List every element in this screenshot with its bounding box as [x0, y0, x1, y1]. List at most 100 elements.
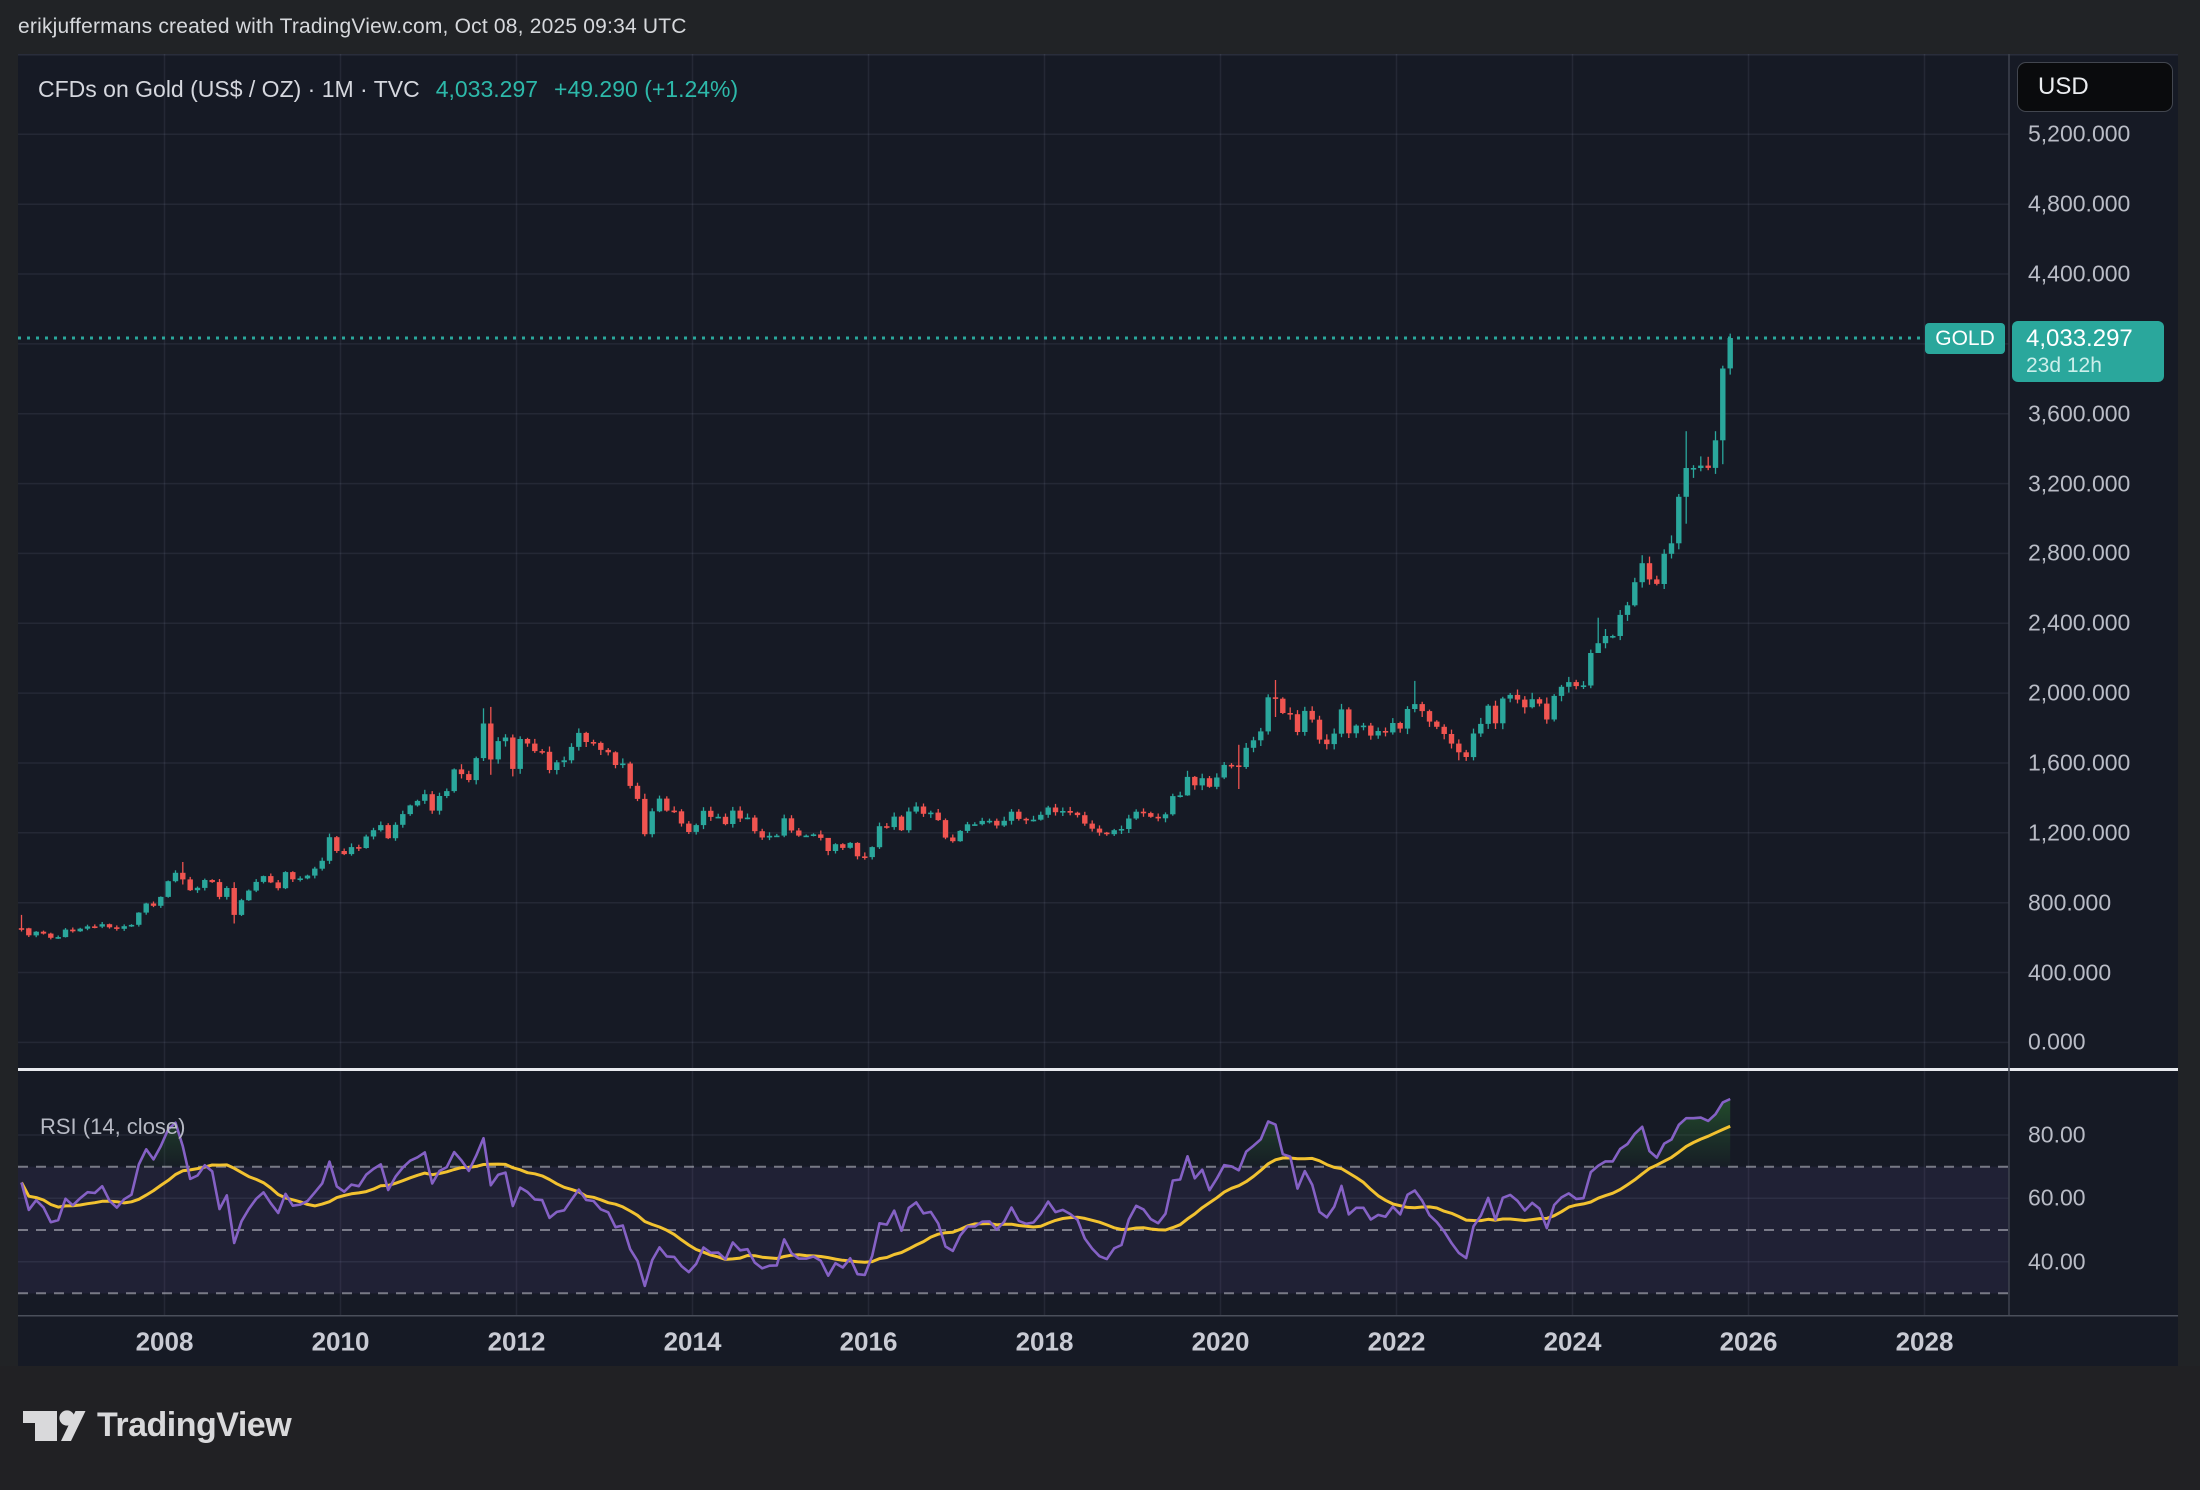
- time-axis-label: 2022: [1368, 1327, 1426, 1358]
- rsi-axis-label: 60.00: [2028, 1185, 2086, 1212]
- candle: [518, 739, 523, 769]
- candle: [598, 743, 603, 750]
- candle: [114, 927, 119, 929]
- candle: [679, 811, 684, 823]
- axis-label-price: 4,033.297: [2026, 325, 2164, 354]
- candle: [1508, 695, 1513, 699]
- price-axis-label: 1,600.000: [2028, 750, 2130, 777]
- candle: [1684, 468, 1689, 497]
- candle: [987, 821, 992, 823]
- rsi-axis-label: 40.00: [2028, 1248, 2086, 1275]
- candle: [884, 826, 889, 828]
- candle: [1075, 813, 1080, 815]
- candle: [1398, 723, 1403, 729]
- candle: [1310, 711, 1315, 720]
- candle: [1676, 497, 1681, 544]
- candle: [848, 843, 853, 848]
- candle: [1405, 709, 1410, 729]
- candle: [1610, 636, 1615, 638]
- candle: [767, 836, 772, 838]
- candle: [1126, 819, 1131, 830]
- candle: [664, 799, 669, 811]
- candle: [1588, 653, 1593, 686]
- candle: [1244, 748, 1249, 767]
- candle: [1566, 682, 1571, 687]
- price-change-value: +49.290 (+1.24%): [554, 76, 738, 103]
- candle: [136, 913, 141, 925]
- candle: [1324, 740, 1329, 745]
- candle: [562, 760, 567, 762]
- time-axis-label: 2008: [136, 1327, 194, 1358]
- candle: [1698, 466, 1703, 468]
- time-axis-label: 2014: [664, 1327, 722, 1358]
- candle: [444, 791, 449, 796]
- candle: [34, 932, 39, 936]
- candle: [26, 928, 31, 935]
- candle: [100, 924, 105, 926]
- candle: [1332, 734, 1337, 745]
- price-axis-label: 0.000: [2028, 1029, 2086, 1056]
- candle: [708, 811, 713, 817]
- candle: [906, 812, 911, 831]
- candle: [1192, 777, 1197, 785]
- candle: [268, 876, 273, 882]
- candle: [1581, 685, 1586, 687]
- candle: [1273, 697, 1278, 699]
- candle: [591, 742, 596, 744]
- candle: [144, 904, 149, 913]
- time-axis-label: 2020: [1192, 1327, 1250, 1358]
- candle: [914, 807, 919, 812]
- candle: [635, 786, 640, 799]
- currency-toggle-button[interactable]: USD: [2017, 62, 2173, 112]
- candle: [1691, 468, 1696, 470]
- time-axis-label: 2024: [1544, 1327, 1602, 1358]
- candle: [166, 881, 171, 897]
- candle: [408, 805, 413, 814]
- price-axis-label: 2,800.000: [2028, 540, 2130, 567]
- symbol-legend[interactable]: CFDs on Gold (US$ / OZ) · 1M · TVC 4,033…: [38, 76, 738, 103]
- last-price-axis-label: 4,033.297 23d 12h: [2012, 321, 2164, 382]
- candle: [452, 769, 457, 791]
- chart-surface[interactable]: [18, 54, 2178, 1366]
- candle: [642, 799, 647, 834]
- candle: [1156, 817, 1161, 819]
- candle: [694, 825, 699, 832]
- candle: [1009, 812, 1014, 821]
- candle: [232, 888, 237, 915]
- candle: [334, 837, 339, 851]
- candle: [862, 856, 867, 858]
- candle: [1361, 726, 1366, 728]
- candle: [716, 817, 721, 819]
- candle: [569, 747, 574, 760]
- candle: [503, 738, 508, 742]
- price-axis-label: 1,200.000: [2028, 819, 2130, 846]
- candle: [1068, 811, 1073, 813]
- candle: [1266, 697, 1271, 731]
- candle: [943, 820, 948, 838]
- candle: [1383, 731, 1388, 733]
- candle: [804, 836, 809, 838]
- candle: [1427, 711, 1432, 722]
- time-axis-label: 2012: [488, 1327, 546, 1358]
- candle: [1640, 563, 1645, 582]
- candle: [1625, 605, 1630, 615]
- candle: [224, 888, 229, 897]
- candle: [818, 834, 823, 838]
- candle: [1603, 636, 1608, 643]
- candle: [173, 873, 178, 881]
- candle: [540, 751, 545, 753]
- candle: [466, 774, 471, 780]
- candle: [738, 811, 743, 819]
- candle: [1596, 643, 1601, 653]
- candle: [210, 880, 215, 882]
- tradingview-logo-icon[interactable]: [23, 1410, 87, 1444]
- price-axis-label: 5,200.000: [2028, 121, 2130, 148]
- candle: [1170, 796, 1175, 814]
- rsi-indicator-label[interactable]: RSI (14, close): [40, 1114, 186, 1140]
- candle: [628, 764, 633, 786]
- candle: [1339, 709, 1344, 733]
- candle: [70, 930, 75, 932]
- candle: [327, 837, 332, 861]
- time-axis-label: 2010: [312, 1327, 370, 1358]
- price-axis-label: 800.000: [2028, 889, 2111, 916]
